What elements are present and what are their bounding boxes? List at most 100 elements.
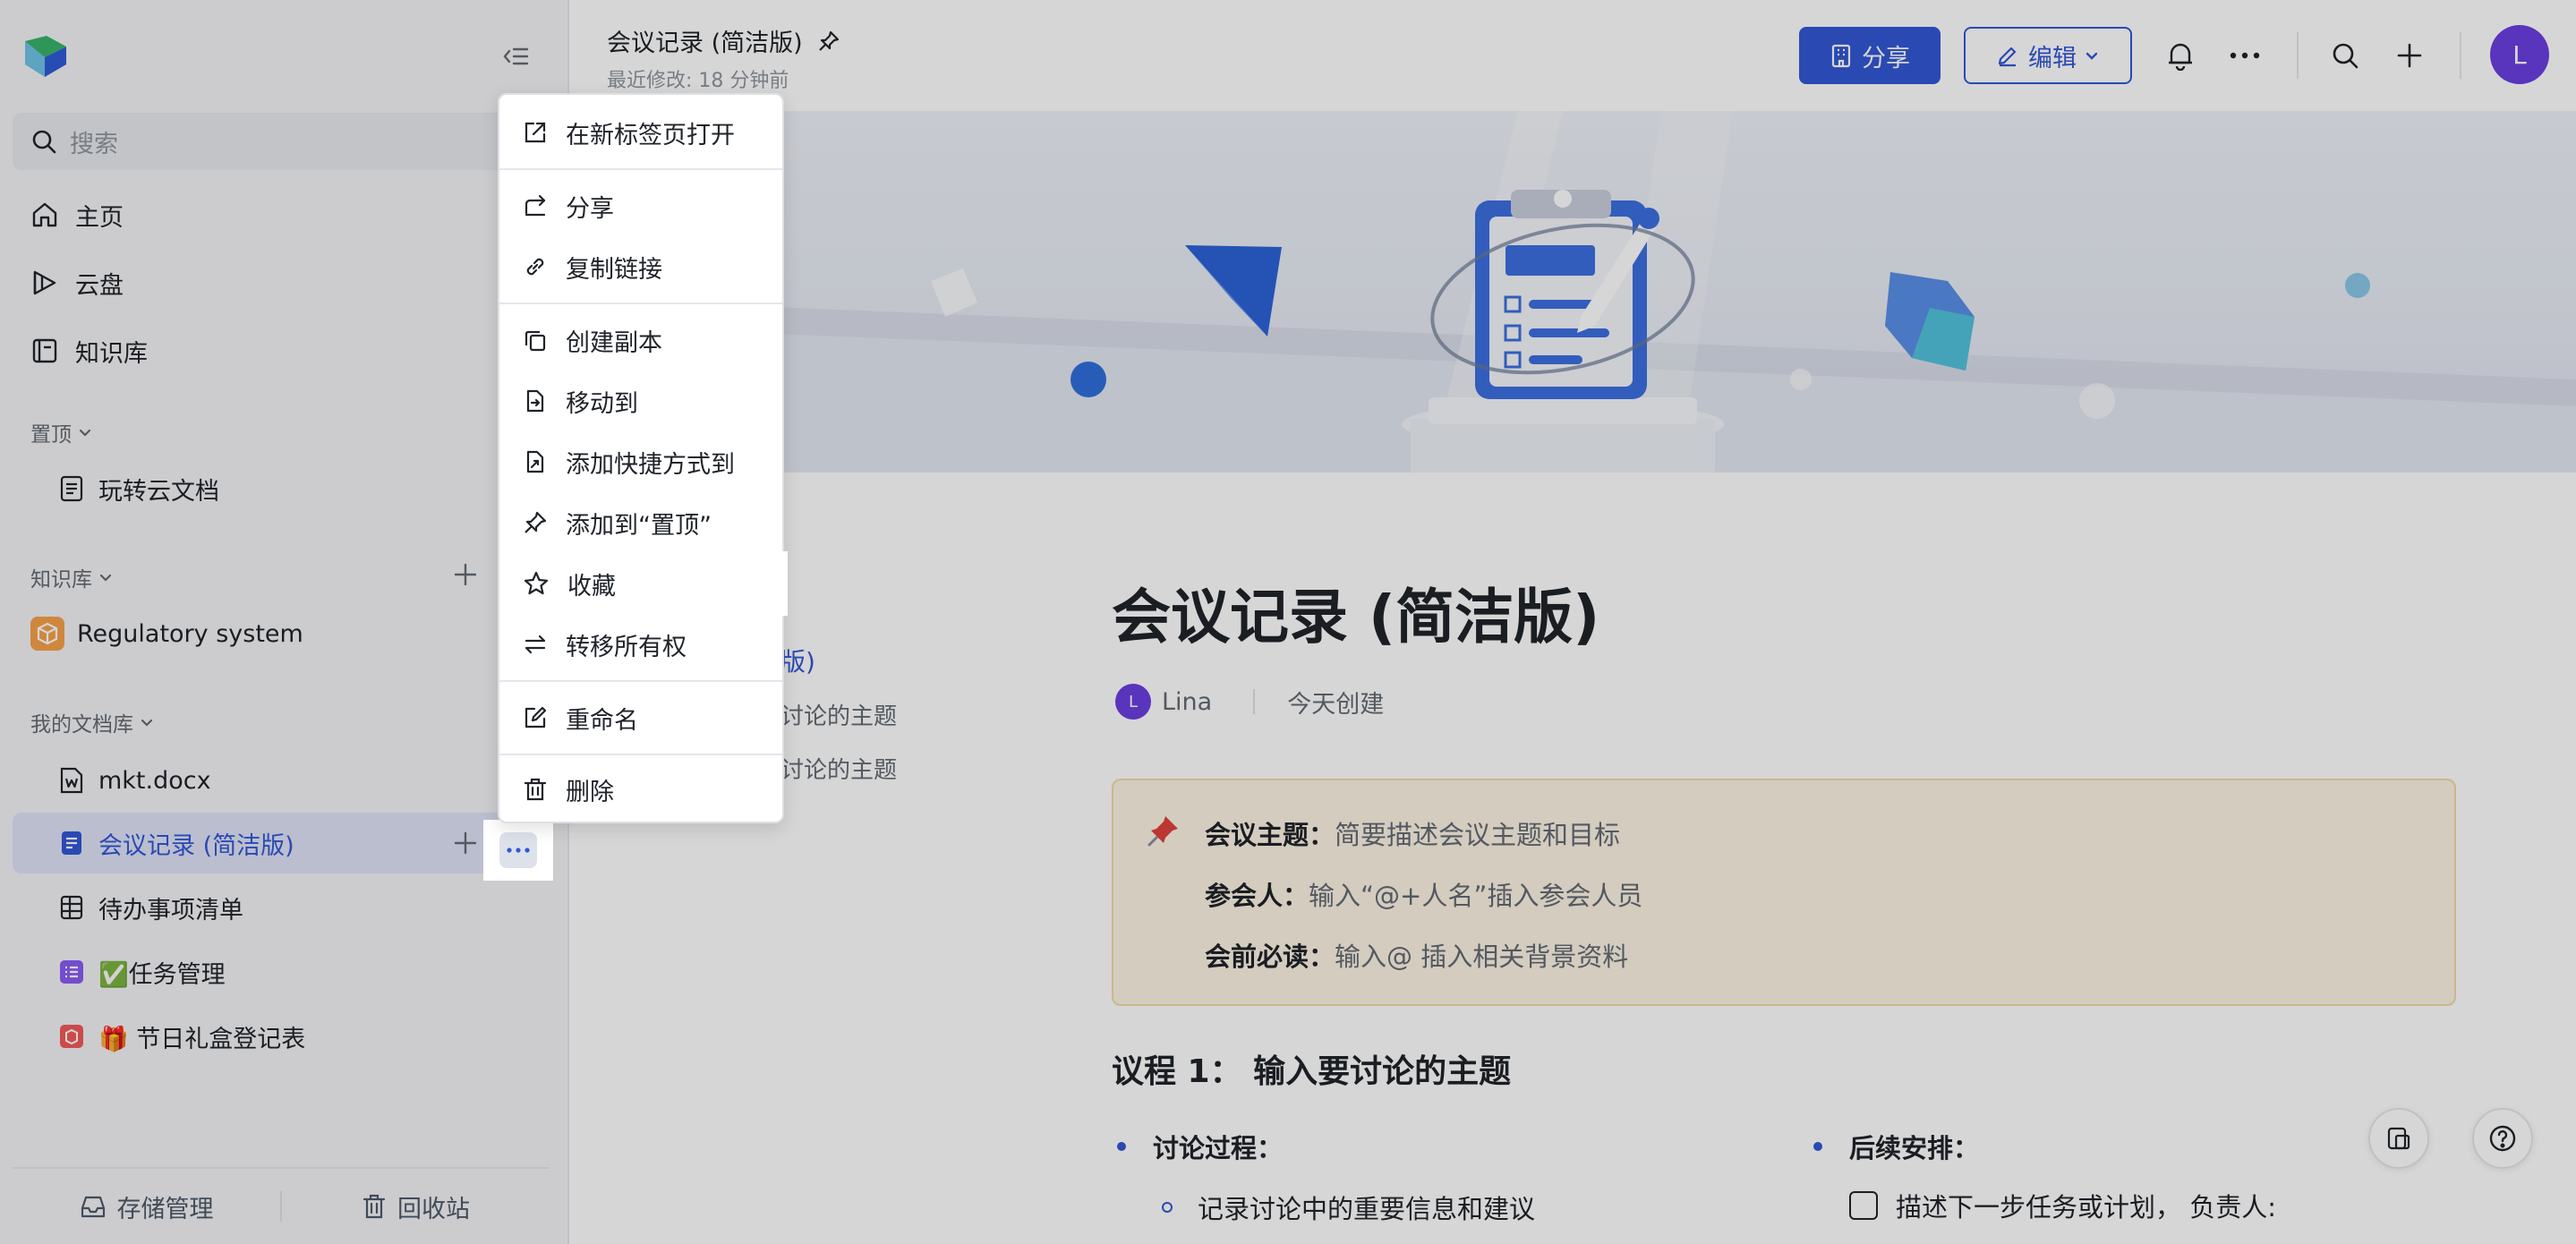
nav-item-knowledge-base[interactable]: 知识库	[13, 322, 550, 379]
section-title: 知识库	[30, 568, 92, 592]
trash-icon	[363, 1194, 386, 1219]
context-menu: 在新标签页打开 分享 复制链接 创建副本 移动到 添加快捷方式到 添加到“置顶”…	[498, 93, 788, 823]
document-heading[interactable]: 会议记录 (简洁版)	[1112, 569, 1599, 655]
callout-value: 输入@ 插入相关背景资料	[1335, 942, 1629, 972]
agenda-heading[interactable]: 议程 1： 输入要讨论的主题	[1112, 1045, 1511, 1092]
doc-item-label: 待办事项清单	[98, 896, 243, 924]
knowledge-item-label: Regulatory system	[77, 619, 303, 648]
menu-delete[interactable]: 删除	[499, 761, 782, 818]
more-options-icon[interactable]	[2223, 34, 2266, 77]
plus-icon[interactable]	[2388, 34, 2431, 77]
menu-move-to[interactable]: 移动到	[499, 372, 782, 430]
doc-item-tasks[interactable]: ✅任务管理	[13, 942, 550, 1002]
form-icon	[60, 1025, 83, 1048]
doc-item-label: 会议记录 (简洁版)	[98, 831, 294, 860]
outline-item[interactable]: 版)	[780, 643, 815, 678]
cover-banner[interactable]	[569, 111, 2576, 473]
doc-item-todo[interactable]: 待办事项清单	[13, 877, 550, 938]
notification-bell-icon[interactable]	[2159, 34, 2202, 77]
knowledge-item[interactable]: Regulatory system	[13, 603, 550, 664]
transfer-icon	[525, 635, 546, 654]
checkbox[interactable]	[1849, 1191, 1878, 1220]
collapse-sidebar-icon[interactable]	[498, 41, 533, 72]
share-label: 分享	[1862, 44, 1910, 72]
pinned-item[interactable]: 玩转云文档	[13, 458, 550, 519]
menu-share[interactable]: 分享	[499, 177, 782, 234]
sub-bullet[interactable]: 记录讨论中的重要信息和建议	[1162, 1189, 1535, 1226]
search-icon[interactable]	[2324, 34, 2367, 77]
callout-label: 会前必读	[1205, 942, 1309, 972]
user-avatar[interactable]: L	[2490, 25, 2549, 84]
menu-copy-link[interactable]: 复制链接	[499, 238, 782, 295]
bullet-dot	[1813, 1142, 1822, 1151]
menu-create-copy[interactable]: 创建副本	[499, 311, 782, 369]
cube-icon	[30, 617, 64, 651]
trash-icon	[524, 778, 547, 801]
share-icon	[525, 194, 546, 217]
edit-button[interactable]: 编辑	[1964, 27, 2132, 84]
share-button[interactable]: 分享	[1799, 27, 1941, 84]
chevron-down-icon	[99, 574, 112, 582]
section-title: 置顶	[30, 423, 72, 447]
more-actions-button[interactable]	[483, 820, 553, 881]
section-knowledge[interactable]: 知识库	[30, 562, 114, 592]
help-icon	[2489, 1125, 2516, 1152]
nav-label: 知识库	[75, 339, 148, 368]
search-input[interactable]: 搜索	[13, 113, 550, 170]
doc-item-mkt[interactable]: mkt.docx	[13, 750, 550, 811]
cover-illustration	[569, 111, 2576, 473]
app-logo[interactable]	[21, 34, 70, 79]
menu-favorite[interactable]: 收藏	[499, 551, 788, 616]
menu-divider	[499, 754, 782, 755]
callout-label: 参会人	[1205, 881, 1284, 911]
section-title: 我的文档库	[30, 713, 133, 737]
callout-block[interactable]: 会议主题：简要描述会议主题和目标 参会人：输入“@+人名”插入参会人员 会前必读…	[1112, 779, 2456, 1006]
outline-item[interactable]: 讨论的主题	[780, 698, 897, 731]
menu-label: 转移所有权	[566, 633, 687, 661]
menu-add-to-pinned[interactable]: 添加到“置顶”	[499, 494, 782, 551]
menu-add-shortcut[interactable]: 添加快捷方式到	[499, 433, 782, 490]
section-my-docs[interactable]: 我的文档库	[30, 707, 155, 737]
callout-label: 会议主题	[1205, 820, 1309, 850]
menu-label: 删除	[566, 778, 614, 806]
bullet-ring	[1162, 1202, 1173, 1213]
nav-label: 主页	[75, 203, 124, 232]
bullet-followup[interactable]: 后续安排：	[1813, 1128, 1979, 1165]
menu-label: 复制链接	[566, 255, 662, 284]
author-avatar[interactable]: L	[1115, 684, 1151, 720]
section-pinned[interactable]: 置顶	[30, 417, 93, 447]
edit-label: 编辑	[2028, 44, 2077, 72]
todo-item[interactable]: 描述下一步任务或计划， 负责人:	[1849, 1187, 2276, 1224]
help-button[interactable]	[2472, 1108, 2533, 1169]
storage-management-button[interactable]: 存储管理	[13, 1189, 280, 1224]
meta-divider	[1253, 689, 1256, 714]
chevron-down-icon	[2086, 52, 2098, 60]
last-modified: 最近修改: 18 分钟前	[607, 70, 789, 92]
pencil-icon	[1998, 47, 2017, 67]
menu-label: 在新标签页打开	[566, 121, 735, 149]
pin-icon	[525, 511, 547, 533]
plus-icon	[454, 831, 477, 855]
link-icon	[526, 258, 544, 276]
doc-item-gift-form[interactable]: 🎁 节日礼盒登记表	[13, 1006, 550, 1067]
nav-item-home[interactable]: 主页	[13, 186, 550, 243]
doc-icon	[60, 475, 83, 502]
menu-transfer-ownership[interactable]: 转移所有权	[499, 616, 782, 673]
add-knowledge-button[interactable]	[448, 557, 483, 592]
author-name[interactable]: Lina	[1162, 688, 1212, 716]
menu-rename[interactable]: 重命名	[499, 689, 782, 746]
recycle-bin-button[interactable]: 回收站	[282, 1189, 550, 1224]
menu-open-new-tab[interactable]: 在新标签页打开	[499, 104, 782, 161]
add-child-button[interactable]	[448, 825, 483, 861]
pin-icon[interactable]	[817, 30, 840, 53]
nav-item-cloud-drive[interactable]: 云盘	[13, 254, 550, 311]
bullet-discussion[interactable]: 讨论过程：	[1117, 1128, 1283, 1165]
menu-label: 创建副本	[566, 328, 662, 357]
storage-icon	[81, 1196, 105, 1218]
outline-item[interactable]: 讨论的主题	[780, 752, 897, 785]
search-placeholder: 搜索	[70, 130, 118, 158]
doc-item-label: ✅任务管理	[98, 960, 226, 989]
callout-value: 输入“@+人名”插入参会人员	[1309, 881, 1643, 911]
comment-panel-button[interactable]	[2368, 1108, 2429, 1169]
callout-value: 简要描述会议主题和目标	[1335, 820, 1621, 850]
